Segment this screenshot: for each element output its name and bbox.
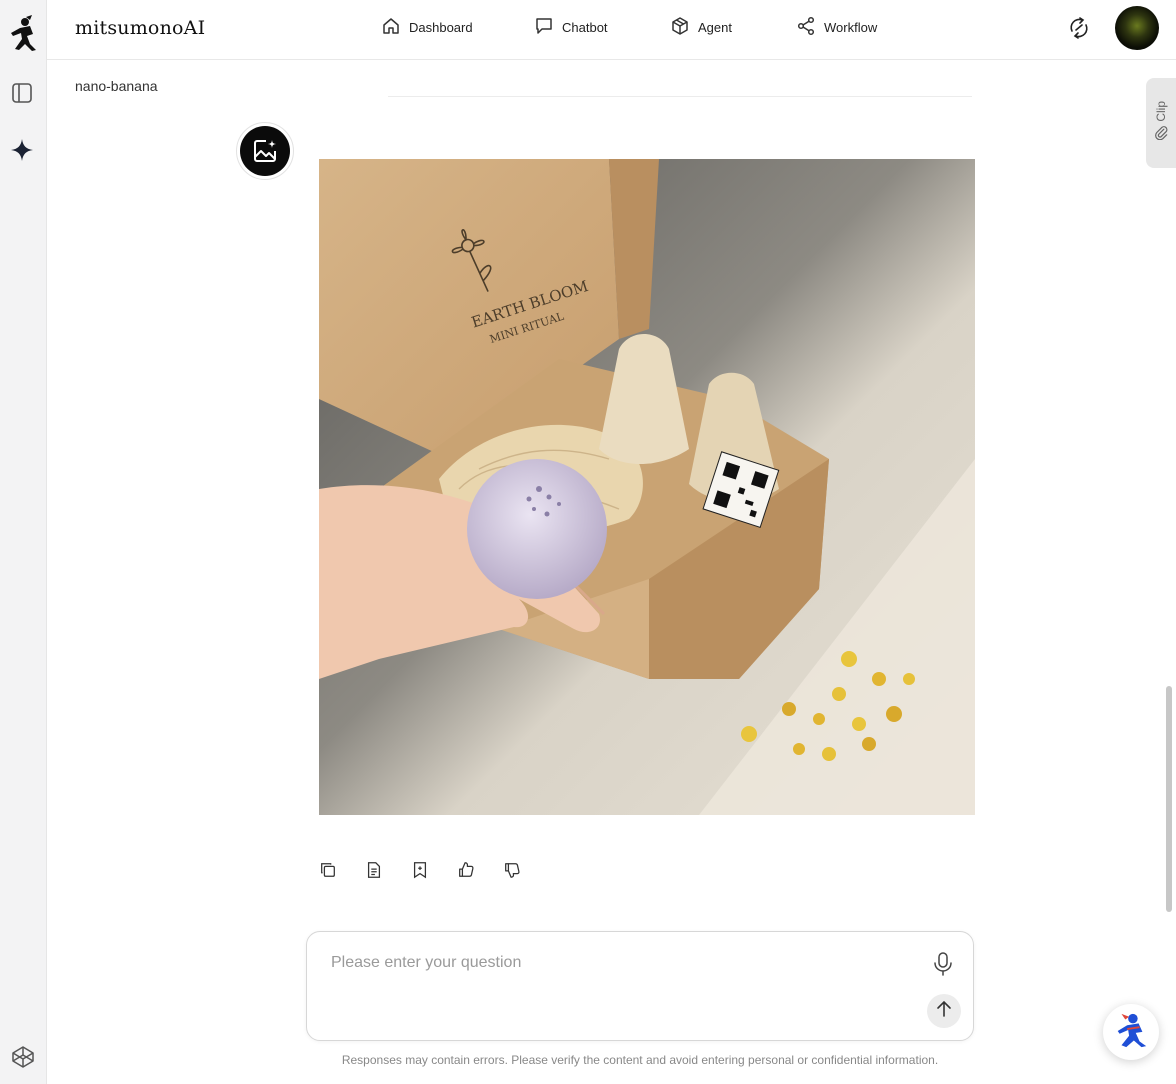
- nav-chatbot[interactable]: Chatbot: [534, 16, 608, 39]
- assistant-fab-button[interactable]: [1103, 1004, 1159, 1060]
- model-label: nano-banana: [75, 78, 158, 94]
- nav-label: Workflow: [824, 20, 878, 35]
- question-input[interactable]: [331, 954, 911, 984]
- nav-dashboard[interactable]: Dashboard: [381, 16, 473, 39]
- chat-composer: [306, 931, 974, 1041]
- ninja-mascot-icon: [1112, 1011, 1150, 1054]
- nav-label: Chatbot: [562, 20, 608, 35]
- message-divider: [388, 96, 972, 97]
- nav-label: Agent: [698, 20, 732, 35]
- top-header: mitsumonoAI Dashboard Chatbot Agent Work…: [47, 0, 1176, 60]
- bookmark-icon[interactable]: [410, 860, 430, 880]
- nav-workflow[interactable]: Workflow: [796, 16, 877, 39]
- share-nodes-icon: [796, 16, 816, 39]
- image-generate-icon: [240, 126, 290, 176]
- copy-icon[interactable]: [318, 860, 338, 880]
- message-actions: [318, 860, 522, 880]
- clip-label: Clip: [1154, 100, 1168, 122]
- nav-label: Dashboard: [409, 20, 473, 35]
- left-rail: [0, 0, 47, 1084]
- clip-tab[interactable]: Clip: [1146, 78, 1176, 168]
- scrollbar-thumb[interactable]: [1166, 686, 1172, 912]
- bot-avatar: [236, 122, 294, 180]
- nav-agent[interactable]: Agent: [670, 16, 732, 39]
- send-button[interactable]: [927, 994, 961, 1028]
- brand-title[interactable]: mitsumonoAI: [75, 17, 205, 39]
- thumbs-up-icon[interactable]: [456, 860, 476, 880]
- cube-icon: [670, 16, 690, 39]
- ninja-logo-icon[interactable]: [6, 14, 40, 52]
- sidebar-toggle-icon[interactable]: [11, 82, 33, 104]
- paperclip-icon: [1154, 125, 1169, 145]
- user-avatar[interactable]: [1115, 6, 1159, 50]
- microphone-icon[interactable]: [931, 951, 955, 977]
- arrow-up-icon: [934, 999, 954, 1024]
- generated-image[interactable]: EARTH BLOOM MINI RITUAL: [319, 159, 975, 815]
- home-icon: [381, 16, 401, 39]
- thumbs-down-icon[interactable]: [502, 860, 522, 880]
- document-icon[interactable]: [364, 860, 384, 880]
- sparkle-icon[interactable]: [10, 138, 34, 162]
- codepen-cube-icon[interactable]: [11, 1045, 35, 1069]
- chat-bubble-icon: [534, 16, 554, 39]
- sync-icon[interactable]: [1067, 16, 1091, 40]
- disclaimer-text: Responses may contain errors. Please ver…: [341, 1053, 939, 1067]
